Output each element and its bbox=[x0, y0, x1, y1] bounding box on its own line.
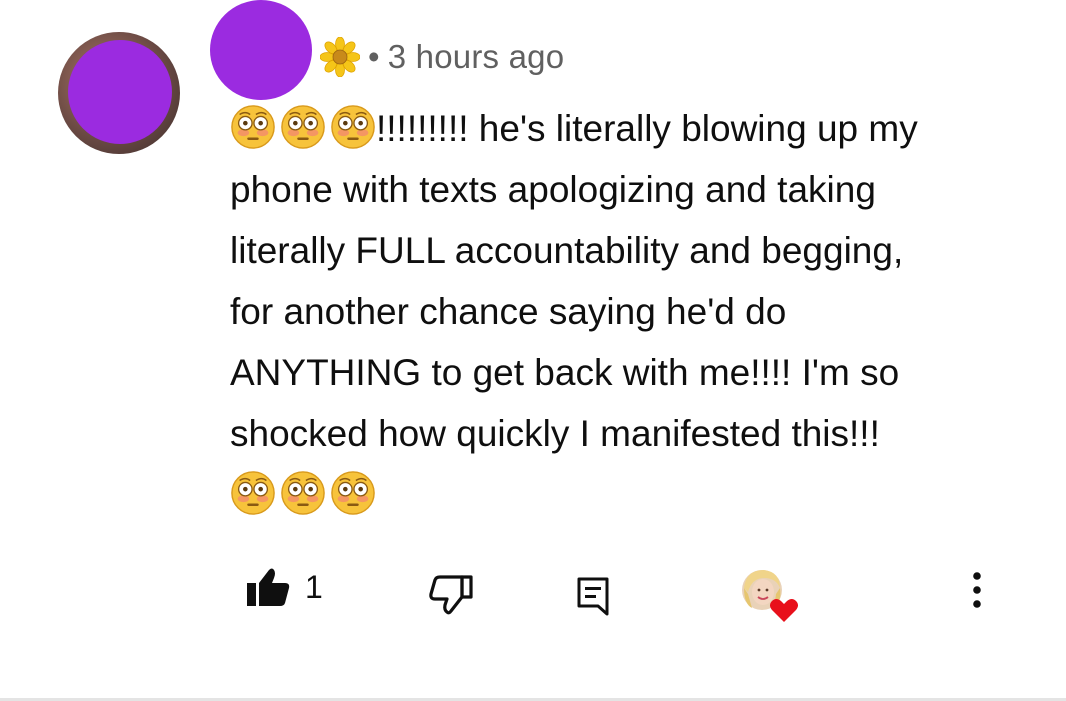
flushed-face-icon bbox=[330, 470, 376, 516]
meta-separator: • bbox=[368, 38, 380, 75]
comment-line-4: for another chance saying he'd do bbox=[230, 291, 787, 332]
thumbs-up-icon bbox=[247, 568, 290, 606]
flushed-face-icon bbox=[230, 104, 276, 150]
dislike-button[interactable] bbox=[428, 574, 474, 616]
comment-line-7 bbox=[230, 464, 1030, 525]
flushed-face-icon bbox=[280, 104, 326, 150]
comment-timestamp[interactable]: 3 hours ago bbox=[388, 38, 565, 76]
flushed-face-icon bbox=[280, 470, 326, 516]
more-options-button[interactable] bbox=[962, 570, 992, 610]
comment-meta: • 3 hours ago bbox=[320, 36, 564, 78]
avatar-redaction bbox=[68, 40, 172, 144]
creator-heart-icon bbox=[742, 570, 798, 622]
more-vertical-icon bbox=[973, 572, 981, 608]
like-button[interactable]: 1 bbox=[245, 566, 323, 608]
leading-emoji-group bbox=[230, 104, 376, 150]
creator-hearted-badge[interactable] bbox=[738, 566, 800, 628]
comment-body: !!!!!!!!! he's literally blowing up my p… bbox=[230, 98, 1030, 525]
comment-line-2: phone with texts apologizing and taking bbox=[230, 169, 876, 210]
commenter-avatar[interactable] bbox=[58, 32, 180, 154]
like-count: 1 bbox=[305, 568, 323, 605]
username-redaction[interactable] bbox=[210, 0, 312, 100]
sunflower-icon bbox=[320, 37, 360, 77]
reply-comment-icon bbox=[577, 577, 609, 616]
trailing-emoji-group bbox=[230, 470, 376, 516]
flushed-face-icon bbox=[330, 104, 376, 150]
comment-line-3: literally FULL accountability and beggin… bbox=[230, 230, 904, 271]
comment-line-1: !!!!!!!!! he's literally blowing up my bbox=[230, 98, 1030, 159]
comment-actions: 1 bbox=[0, 560, 1066, 622]
flushed-face-icon bbox=[230, 470, 276, 516]
comment-line-text: !!!!!!!!! he's literally blowing up my bbox=[376, 108, 918, 149]
comment-line-5: ANYTHING to get back with me!!!! I'm so bbox=[230, 352, 900, 393]
comment-line-6: shocked how quickly I manifested this!!! bbox=[230, 413, 880, 454]
thumbs-down-icon bbox=[429, 575, 473, 615]
reply-button[interactable] bbox=[576, 576, 610, 616]
